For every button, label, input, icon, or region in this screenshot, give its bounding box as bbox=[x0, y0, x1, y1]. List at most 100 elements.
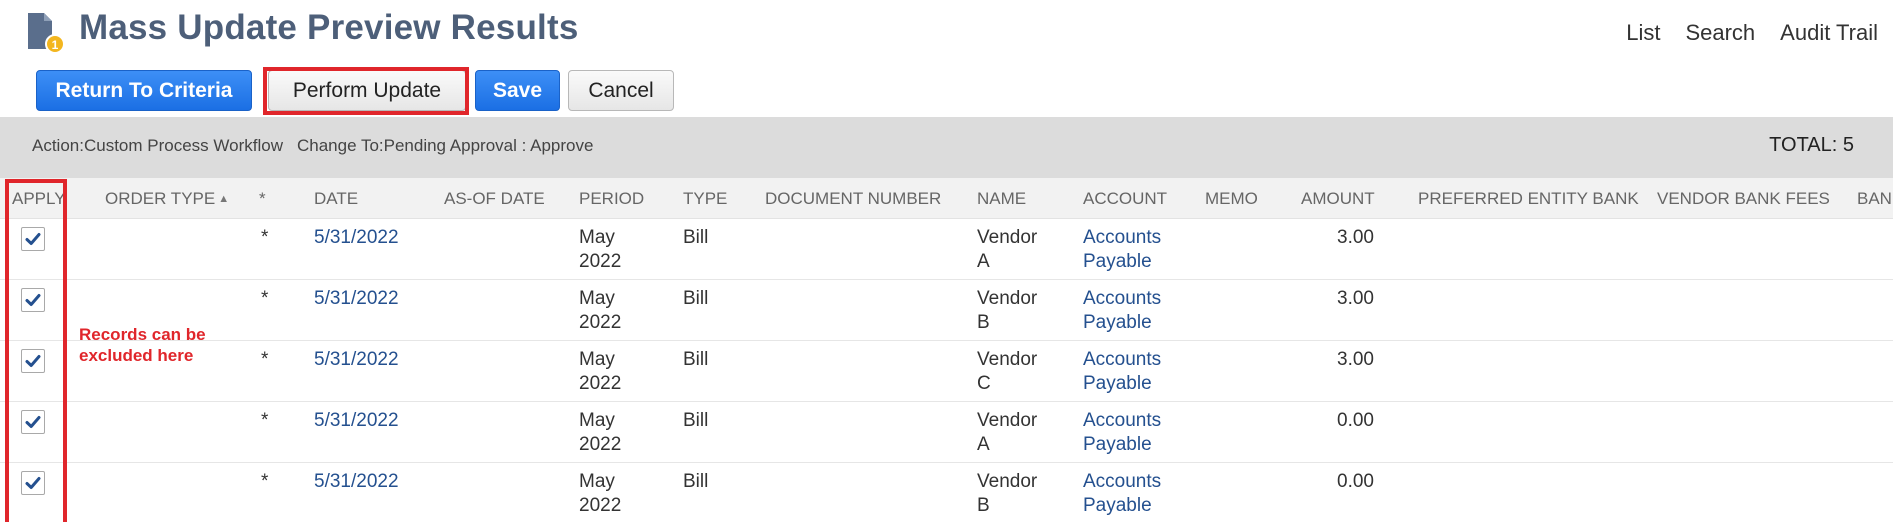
star-cell: * bbox=[261, 471, 269, 492]
period-year: 2022 bbox=[579, 495, 622, 516]
column-header-memo[interactable]: MEMO bbox=[1205, 189, 1258, 209]
cancel-button[interactable]: Cancel bbox=[568, 70, 674, 111]
star-cell: * bbox=[261, 349, 269, 370]
table-header: APPLY ORDER TYPE ▲ * DATE AS-OF DATE PERI… bbox=[0, 178, 1893, 219]
type-cell: Bill bbox=[683, 410, 709, 431]
period-cell: May 2022 bbox=[579, 226, 621, 274]
amount-cell: 0.00 bbox=[1337, 410, 1374, 431]
apply-checkbox[interactable] bbox=[21, 288, 45, 312]
table-row: * 5/31/2022 May 2022 Bill Vendor B Account… bbox=[0, 280, 1893, 341]
mass-update-document-icon: 1 bbox=[26, 11, 66, 55]
period-month: May bbox=[579, 227, 615, 248]
column-header-bank[interactable]: BANK bbox=[1857, 189, 1893, 209]
date-link[interactable]: 5/31/2022 bbox=[314, 470, 399, 494]
period-cell: May 2022 bbox=[579, 287, 621, 335]
amount-cell: 0.00 bbox=[1337, 471, 1374, 492]
account-link[interactable]: Accounts Payable bbox=[1083, 287, 1161, 335]
summary-text: Action:Custom Process Workflow Change To:… bbox=[32, 136, 593, 156]
date-link[interactable]: 5/31/2022 bbox=[314, 287, 399, 311]
star-cell: * bbox=[261, 227, 269, 248]
amount-cell: 3.00 bbox=[1337, 288, 1374, 309]
period-cell: May 2022 bbox=[579, 348, 621, 396]
date-link[interactable]: 5/31/2022 bbox=[314, 409, 399, 433]
period-cell: May 2022 bbox=[579, 409, 621, 457]
column-header-period[interactable]: PERIOD bbox=[579, 189, 644, 209]
account-link[interactable]: Accounts Payable bbox=[1083, 470, 1161, 518]
account-line1: Accounts bbox=[1083, 288, 1162, 309]
column-header-amount[interactable]: AMOUNT bbox=[1301, 189, 1375, 209]
checkmark-icon bbox=[25, 477, 41, 489]
checkmark-icon bbox=[25, 355, 41, 367]
apply-checkbox[interactable] bbox=[21, 410, 45, 434]
column-header-type[interactable]: TYPE bbox=[683, 189, 727, 209]
amount-cell: 3.00 bbox=[1337, 349, 1374, 370]
name-line2: B bbox=[977, 312, 990, 333]
name-line1: Vendor bbox=[977, 349, 1038, 370]
star-cell: * bbox=[261, 288, 269, 309]
account-line2: Payable bbox=[1083, 251, 1152, 272]
name-line1: Vendor bbox=[977, 410, 1038, 431]
name-line1: Vendor bbox=[977, 288, 1038, 309]
period-month: May bbox=[579, 288, 615, 309]
column-header-apply[interactable]: APPLY bbox=[12, 189, 66, 209]
column-header-order-type[interactable]: ORDER TYPE ▲ bbox=[105, 189, 229, 209]
total-count: TOTAL: 5 bbox=[1769, 134, 1854, 156]
apply-checkbox[interactable] bbox=[21, 471, 45, 495]
date-link[interactable]: 5/31/2022 bbox=[314, 226, 399, 250]
account-line2: Payable bbox=[1083, 434, 1152, 455]
period-year: 2022 bbox=[579, 373, 622, 394]
checkmark-icon bbox=[25, 233, 41, 245]
column-header-preferred-entity-bank[interactable]: PREFERRED ENTITY BANK bbox=[1418, 189, 1639, 209]
column-header-account[interactable]: ACCOUNT bbox=[1083, 189, 1167, 209]
period-year: 2022 bbox=[579, 434, 622, 455]
period-year: 2022 bbox=[579, 251, 622, 272]
column-header-label: ORDER TYPE bbox=[105, 189, 216, 208]
annotation-note: Records can be excluded here bbox=[79, 324, 206, 366]
top-nav-links: List Search Audit Trail bbox=[1626, 20, 1878, 46]
name-cell: Vendor A bbox=[977, 409, 1037, 457]
perform-update-button[interactable]: Perform Update bbox=[268, 70, 466, 111]
account-link[interactable]: Accounts Payable bbox=[1083, 348, 1161, 396]
account-link[interactable]: Accounts Payable bbox=[1083, 226, 1161, 274]
name-cell: Vendor C bbox=[977, 348, 1037, 396]
return-to-criteria-button[interactable]: Return To Criteria bbox=[36, 70, 252, 111]
column-header-date[interactable]: DATE bbox=[314, 189, 358, 209]
name-line1: Vendor bbox=[977, 227, 1038, 248]
name-line2: A bbox=[977, 434, 990, 455]
period-month: May bbox=[579, 349, 615, 370]
type-cell: Bill bbox=[683, 288, 709, 309]
type-cell: Bill bbox=[683, 471, 709, 492]
name-line2: C bbox=[977, 373, 991, 394]
account-link[interactable]: Accounts Payable bbox=[1083, 409, 1161, 457]
name-cell: Vendor A bbox=[977, 226, 1037, 274]
list-link[interactable]: List bbox=[1626, 20, 1660, 46]
annotation-note-line1: Records can be bbox=[79, 325, 206, 344]
change-to-label: Change To:Pending Approval : Approve bbox=[296, 136, 594, 155]
checkmark-icon bbox=[25, 416, 41, 428]
name-line2: A bbox=[977, 251, 990, 272]
date-link[interactable]: 5/31/2022 bbox=[314, 348, 399, 372]
save-button[interactable]: Save bbox=[475, 70, 560, 111]
audit-trail-link[interactable]: Audit Trail bbox=[1780, 20, 1878, 46]
apply-checkbox[interactable] bbox=[21, 349, 45, 373]
name-line1: Vendor bbox=[977, 471, 1038, 492]
column-header-vendor-bank-fees[interactable]: VENDOR BANK FEES bbox=[1657, 189, 1830, 209]
column-header-name[interactable]: NAME bbox=[977, 189, 1026, 209]
column-header-star[interactable]: * bbox=[259, 189, 266, 209]
table-row: * 5/31/2022 May 2022 Bill Vendor A Account… bbox=[0, 402, 1893, 463]
search-link[interactable]: Search bbox=[1685, 20, 1755, 46]
period-month: May bbox=[579, 410, 615, 431]
table-row: * 5/31/2022 May 2022 Bill Vendor A Account… bbox=[0, 219, 1893, 280]
column-header-document-number[interactable]: DOCUMENT NUMBER bbox=[765, 189, 941, 209]
svg-text:1: 1 bbox=[52, 38, 59, 52]
period-year: 2022 bbox=[579, 312, 622, 333]
page-header: 1 Mass Update Preview Results List Searc… bbox=[0, 0, 1893, 70]
amount-cell: 3.00 bbox=[1337, 227, 1374, 248]
type-cell: Bill bbox=[683, 349, 709, 370]
account-line1: Accounts bbox=[1083, 410, 1162, 431]
period-cell: May 2022 bbox=[579, 470, 621, 518]
apply-checkbox[interactable] bbox=[21, 227, 45, 251]
column-header-as-of-date[interactable]: AS-OF DATE bbox=[444, 189, 545, 209]
sort-ascending-icon: ▲ bbox=[218, 193, 230, 205]
annotation-note-line2: excluded here bbox=[79, 346, 194, 365]
